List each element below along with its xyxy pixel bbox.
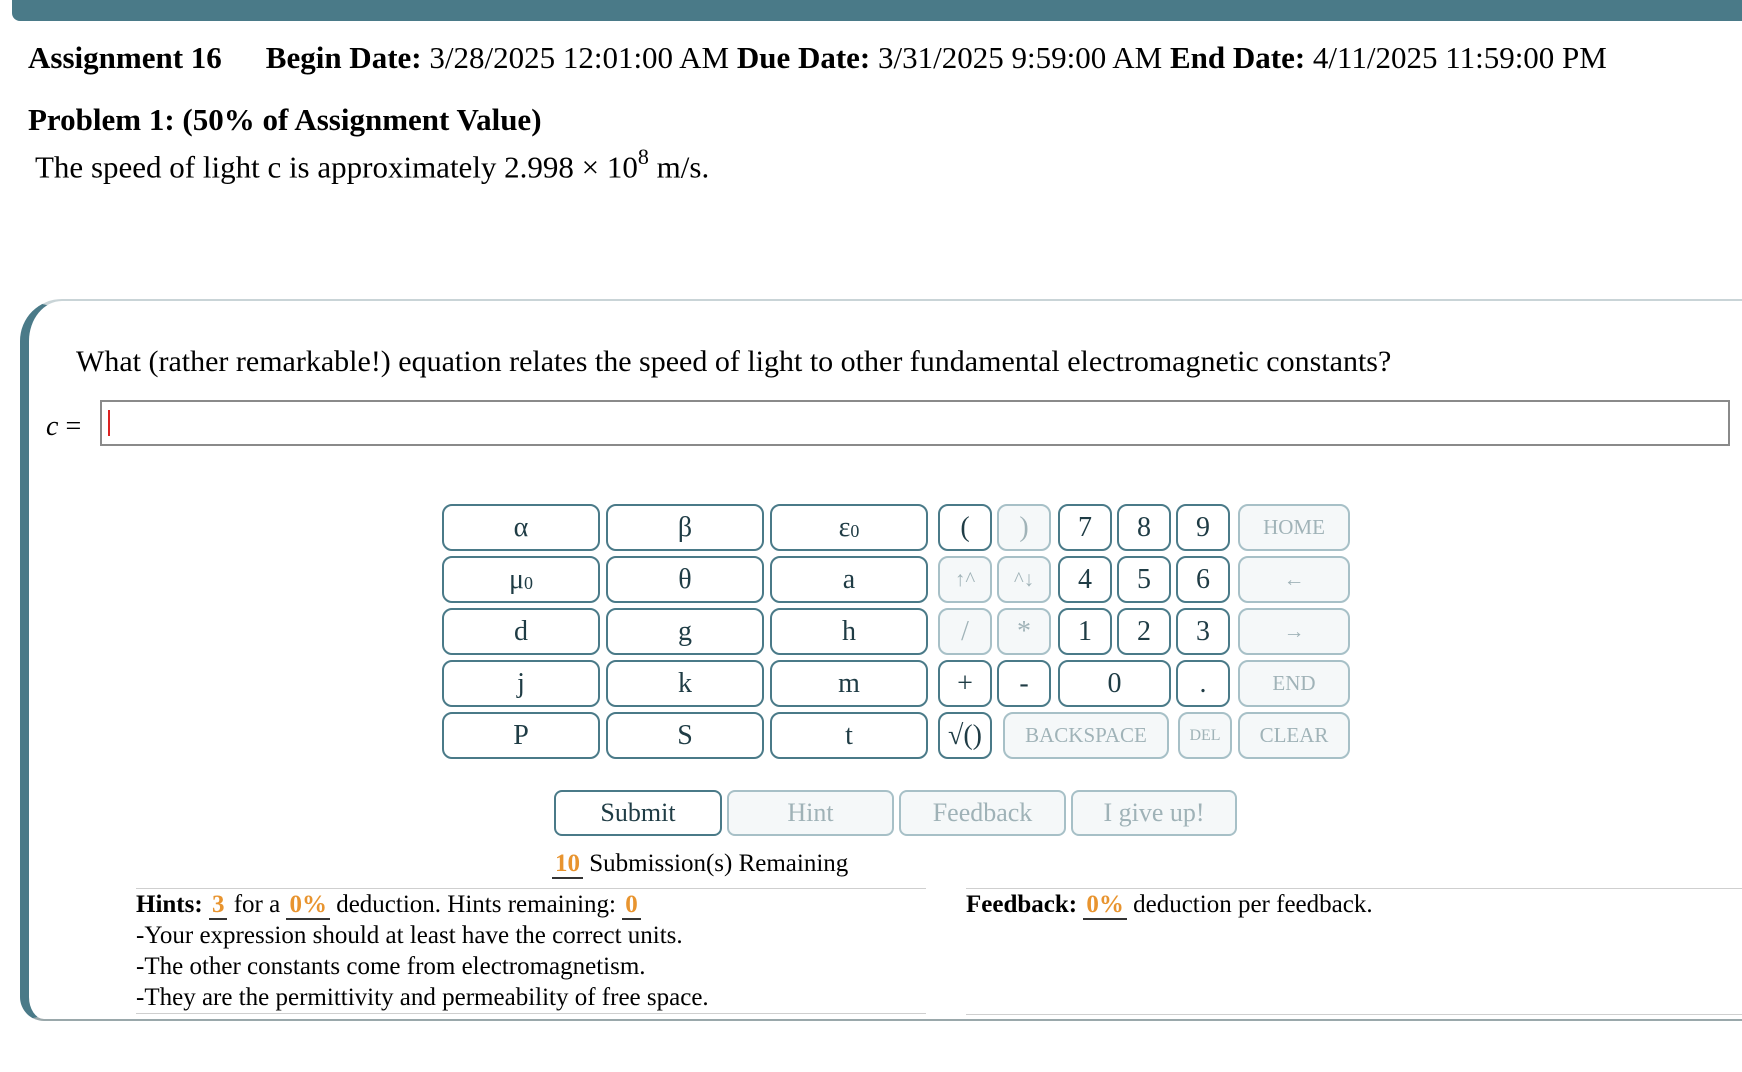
key-g[interactable]: g (606, 608, 764, 655)
key-theta[interactable]: θ (606, 556, 764, 603)
key-S[interactable]: S (606, 712, 764, 759)
top-nav-bar (12, 0, 1742, 21)
key-m[interactable]: m (770, 660, 928, 707)
key-3[interactable]: 3 (1176, 608, 1230, 655)
key-left-paren[interactable]: ( (938, 504, 992, 551)
key-8[interactable]: 8 (1117, 504, 1171, 551)
key-j[interactable]: j (442, 660, 600, 707)
key-plus[interactable]: + (938, 660, 992, 707)
submit-button[interactable]: Submit (554, 790, 722, 836)
key-6[interactable]: 6 (1176, 556, 1230, 603)
key-5[interactable]: 5 (1117, 556, 1171, 603)
key-cursor-right[interactable]: → (1238, 608, 1350, 655)
key-epsilon0[interactable]: ε0 (770, 504, 928, 551)
answer-label: c = (46, 411, 82, 442)
key-divide[interactable]: / (938, 608, 992, 655)
key-home[interactable]: HOME (1238, 504, 1350, 551)
key-exponent-down[interactable]: ^↓ (997, 556, 1051, 603)
due-date: 3/31/2025 9:59:00 AM (878, 40, 1163, 75)
key-P[interactable]: P (442, 712, 600, 759)
key-backspace[interactable]: BACKSPACE (1003, 712, 1169, 759)
problem-title: Problem 1: (50% of Assignment Value) (28, 102, 542, 137)
key-d[interactable]: d (442, 608, 600, 655)
hint-item: -Your expression should at least have th… (136, 922, 683, 949)
hints-section: Hints: 3 for a 0% deduction. Hints remai… (136, 888, 926, 1014)
begin-date: 3/28/2025 12:01:00 AM (429, 40, 730, 75)
key-7[interactable]: 7 (1058, 504, 1112, 551)
key-a[interactable]: a (770, 556, 928, 603)
text-caret (108, 410, 110, 436)
key-decimal[interactable]: . (1176, 660, 1230, 707)
key-clear[interactable]: CLEAR (1238, 712, 1350, 759)
key-t[interactable]: t (770, 712, 928, 759)
key-end[interactable]: END (1238, 660, 1350, 707)
problem-text: The speed of light c is approximately 2.… (35, 144, 710, 185)
answer-input[interactable] (100, 400, 1730, 446)
hint-item: -They are the permittivity and permeabil… (136, 984, 709, 1011)
key-0[interactable]: 0 (1058, 660, 1171, 707)
key-sqrt[interactable]: √() (938, 712, 992, 759)
key-4[interactable]: 4 (1058, 556, 1112, 603)
assignment-title: Assignment 16 (28, 40, 222, 75)
give-up-button[interactable]: I give up! (1071, 790, 1237, 836)
key-mu0[interactable]: μ0 (442, 556, 600, 603)
key-delete[interactable]: DEL (1178, 712, 1232, 759)
hint-button[interactable]: Hint (727, 790, 894, 836)
key-cursor-left[interactable]: ← (1238, 556, 1350, 603)
key-2[interactable]: 2 (1117, 608, 1171, 655)
feedback-section: Feedback: 0% deduction per feedback. (966, 888, 1742, 1015)
submissions-remaining: 10 Submission(s) Remaining (552, 850, 848, 879)
key-exponent-up[interactable]: ↑^ (938, 556, 992, 603)
key-h[interactable]: h (770, 608, 928, 655)
question-text: What (rather remarkable!) equation relat… (76, 345, 1392, 378)
key-k[interactable]: k (606, 660, 764, 707)
key-9[interactable]: 9 (1176, 504, 1230, 551)
key-beta[interactable]: β (606, 504, 764, 551)
assignment-header: Assignment 16 Begin Date: 3/28/2025 12:01… (28, 40, 1607, 75)
feedback-button[interactable]: Feedback (899, 790, 1066, 836)
key-minus[interactable]: - (997, 660, 1051, 707)
key-1[interactable]: 1 (1058, 608, 1112, 655)
key-right-paren[interactable]: ) (997, 504, 1051, 551)
end-date: 4/11/2025 11:59:00 PM (1312, 40, 1607, 75)
key-alpha[interactable]: α (442, 504, 600, 551)
key-multiply[interactable]: * (997, 608, 1051, 655)
hint-item: -The other constants come from electroma… (136, 953, 646, 980)
